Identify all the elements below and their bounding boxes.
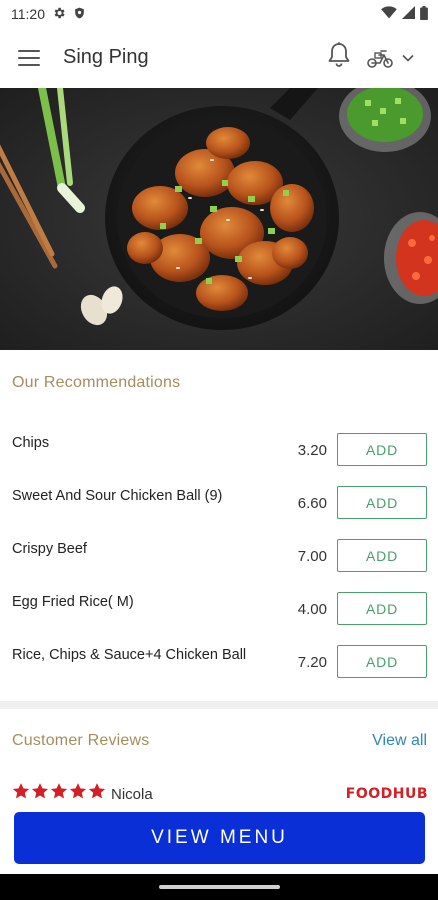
item-price: 7.20 [297, 654, 327, 671]
battery-icon [420, 5, 428, 23]
item-price: 6.60 [297, 495, 327, 512]
menu-button[interactable] [18, 46, 46, 70]
star-icon [69, 783, 87, 799]
menu-icon-line [18, 64, 40, 66]
add-button[interactable]: ADD [337, 645, 427, 678]
status-bar: 11:20 [0, 0, 438, 28]
hero-image [0, 88, 438, 350]
reviewer-name: Nicola [111, 786, 153, 803]
add-button[interactable]: ADD [337, 433, 427, 466]
reviews-title: Customer Reviews [12, 732, 150, 749]
notifications-button[interactable] [326, 41, 354, 71]
bell-icon [328, 42, 350, 67]
add-button[interactable]: ADD [337, 486, 427, 519]
scooter-icon [367, 50, 393, 68]
star-icon [31, 783, 49, 799]
view-menu-button[interactable]: VIEW MENU [14, 812, 425, 864]
add-button[interactable]: ADD [337, 592, 427, 625]
wifi-icon [381, 6, 397, 22]
item-name: Rice, Chips & Sauce+4 Chicken Ball [12, 647, 247, 663]
status-time: 11:20 [11, 6, 45, 22]
item-name: Egg Fried Rice( M) [12, 594, 134, 610]
gear-icon [52, 6, 66, 23]
app-bar: Sing Ping [0, 28, 438, 88]
item-name: Sweet And Sour Chicken Ball (9) [12, 488, 223, 504]
recommendations-title: Our Recommendations [12, 374, 181, 391]
menu-icon-line [18, 57, 40, 59]
delivery-mode-selector[interactable] [366, 44, 424, 72]
system-nav-bar [0, 874, 438, 900]
star-icon [50, 783, 68, 799]
view-all-reviews-link[interactable]: View all [372, 732, 427, 750]
home-indicator[interactable] [159, 885, 280, 889]
item-price: 7.00 [297, 548, 327, 565]
item-name: Crispy Beef [12, 541, 87, 557]
shield-icon [73, 6, 86, 23]
list-item: Crispy Beef 7.00 ADD [0, 529, 438, 582]
item-name: Chips [12, 435, 50, 451]
add-button[interactable]: ADD [337, 539, 427, 572]
star-icon [88, 783, 106, 799]
section-divider [0, 701, 438, 709]
signal-icon [402, 6, 415, 22]
chicken-dish-illustration [0, 88, 438, 350]
status-right [381, 5, 428, 23]
item-price: 3.20 [297, 442, 327, 459]
review-source-logo: FOODHUB [345, 786, 428, 802]
menu-icon-line [18, 50, 40, 52]
page-title: Sing Ping [63, 46, 149, 68]
list-item: Sweet And Sour Chicken Ball (9) 6.60 ADD [0, 476, 438, 529]
list-item: Chips 3.20 ADD [0, 423, 438, 476]
list-item: Egg Fried Rice( M) 4.00 ADD [0, 582, 438, 635]
status-left: 11:20 [11, 6, 86, 23]
chevron-down-icon [402, 54, 414, 62]
star-rating [12, 782, 106, 800]
item-price: 4.00 [297, 601, 327, 618]
list-item: Rice, Chips & Sauce+4 Chicken Ball 7.20 … [0, 635, 438, 688]
review-item: Nicola FOODHUB [12, 782, 428, 806]
star-icon [12, 783, 30, 799]
